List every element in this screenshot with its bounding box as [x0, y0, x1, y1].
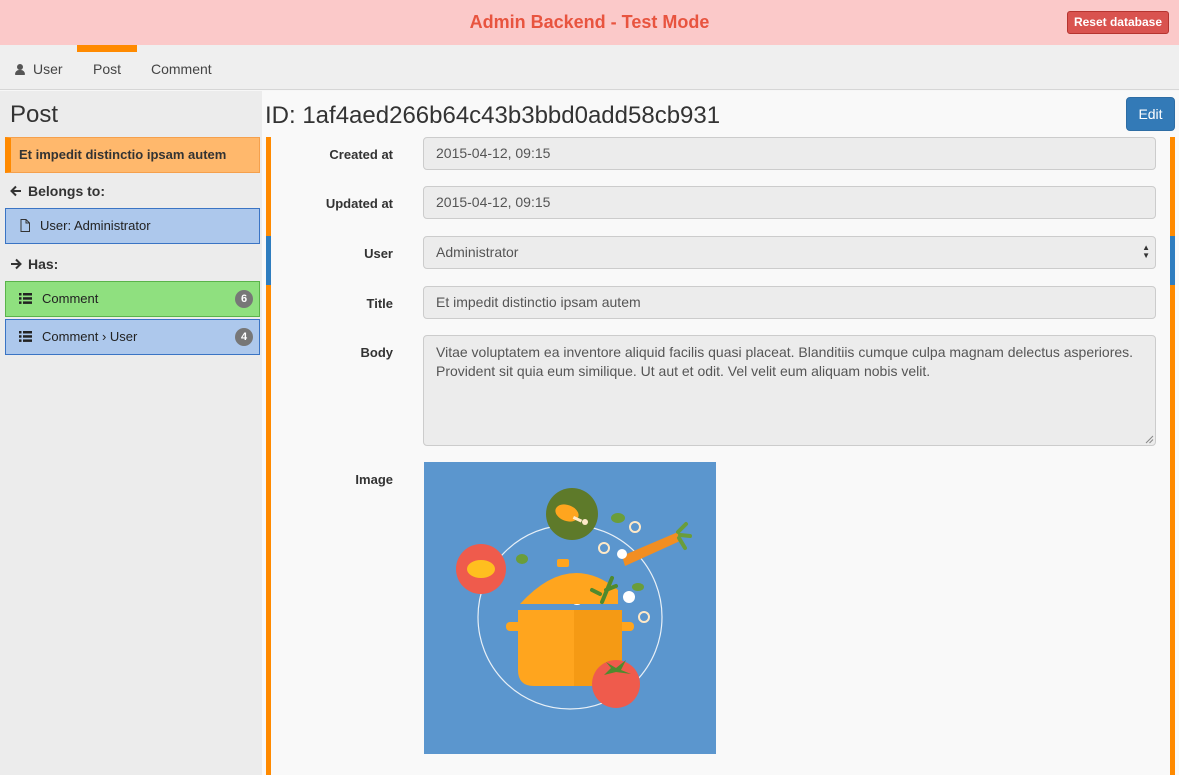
select-arrows-icon: ▲ ▼ [1142, 243, 1150, 260]
nav-item-comment[interactable]: Comment [151, 45, 212, 89]
list-icon [19, 293, 32, 304]
body-textarea: Vitae voluptatem ea inventore aliquid fa… [423, 335, 1156, 446]
has-heading: Has: [10, 256, 58, 272]
title-label: Title [366, 296, 394, 311]
user-select[interactable]: Administrator ▲ ▼ [423, 236, 1156, 269]
app-title: Admin Backend - Test Mode [469, 12, 710, 32]
post-image [424, 462, 716, 754]
record-id-heading: ID: 1af4aed266b64c43b3bbd0add58cb931 [265, 102, 721, 129]
created-at-field: 2015-04-12, 09:15 [423, 137, 1156, 170]
sidebar-has-comment-user[interactable]: Comment › User 4 [5, 319, 260, 355]
nav-item-user[interactable]: User [15, 45, 63, 89]
sidebar-has-comment[interactable]: Comment 6 [5, 281, 260, 317]
title-field: Et impedit distinctio ipsam autem [423, 286, 1156, 319]
user-select-value: Administrator [436, 244, 519, 260]
file-icon [20, 219, 30, 232]
cooking-illustration [456, 488, 692, 710]
nav-item-post[interactable]: Post [76, 45, 138, 89]
created-at-label: Created at [329, 147, 393, 162]
sidebar-has-comment-label: Comment [42, 291, 99, 306]
sidebar-belongs-user[interactable]: User: Administrator [5, 208, 260, 244]
arrow-right-icon [11, 258, 22, 270]
image-label: Image [355, 472, 393, 487]
body-text: Vitae voluptatem ea inventore aliquid fa… [436, 344, 1134, 379]
sidebar-current-record-label: Et impedit distinctio ipsam autem [19, 147, 227, 162]
has-label: Has: [28, 256, 59, 272]
sidebar-has-comment-user-label: Comment › User [42, 329, 138, 344]
updated-at-label: Updated at [325, 196, 393, 211]
top-header: Admin Backend - Test Mode Reset database [0, 0, 1179, 45]
updated-at-field: 2015-04-12, 09:15 [423, 186, 1156, 219]
reset-database-button[interactable]: Reset database [1066, 11, 1169, 34]
comment-count-badge: 6 [235, 290, 253, 308]
field-stripe-right [1170, 137, 1175, 236]
resize-grip-icon[interactable] [1145, 435, 1154, 444]
belongs-to-heading: Belongs to: [10, 183, 105, 199]
belongs-to-label: Belongs to: [28, 183, 105, 199]
list-icon [19, 331, 32, 342]
arrow-left-icon [10, 185, 21, 197]
edit-button[interactable]: Edit [1126, 97, 1175, 131]
sidebar-title: Post [10, 101, 59, 128]
user-icon [15, 64, 25, 75]
nav-item-user-label: User [33, 61, 63, 77]
navbar: User Post Comment [0, 45, 1179, 90]
sidebar-current-record[interactable]: Et impedit distinctio ipsam autem [5, 137, 260, 173]
nav-item-comment-label: Comment [151, 61, 212, 77]
relation-stripe-right [1170, 236, 1175, 285]
nav-item-post-label: Post [93, 61, 122, 77]
sidebar-belongs-user-label: User: Administrator [40, 218, 151, 233]
body-label: Body [360, 345, 394, 360]
sidebar: Post Et impedit distinctio ipsam autem B… [0, 91, 262, 775]
field-stripe-right [1170, 285, 1175, 775]
comment-user-count-badge: 4 [235, 328, 253, 346]
record-view: ID: 1af4aed266b64c43b3bbd0add58cb931 Edi… [262, 91, 1179, 775]
user-label: User [364, 246, 393, 261]
